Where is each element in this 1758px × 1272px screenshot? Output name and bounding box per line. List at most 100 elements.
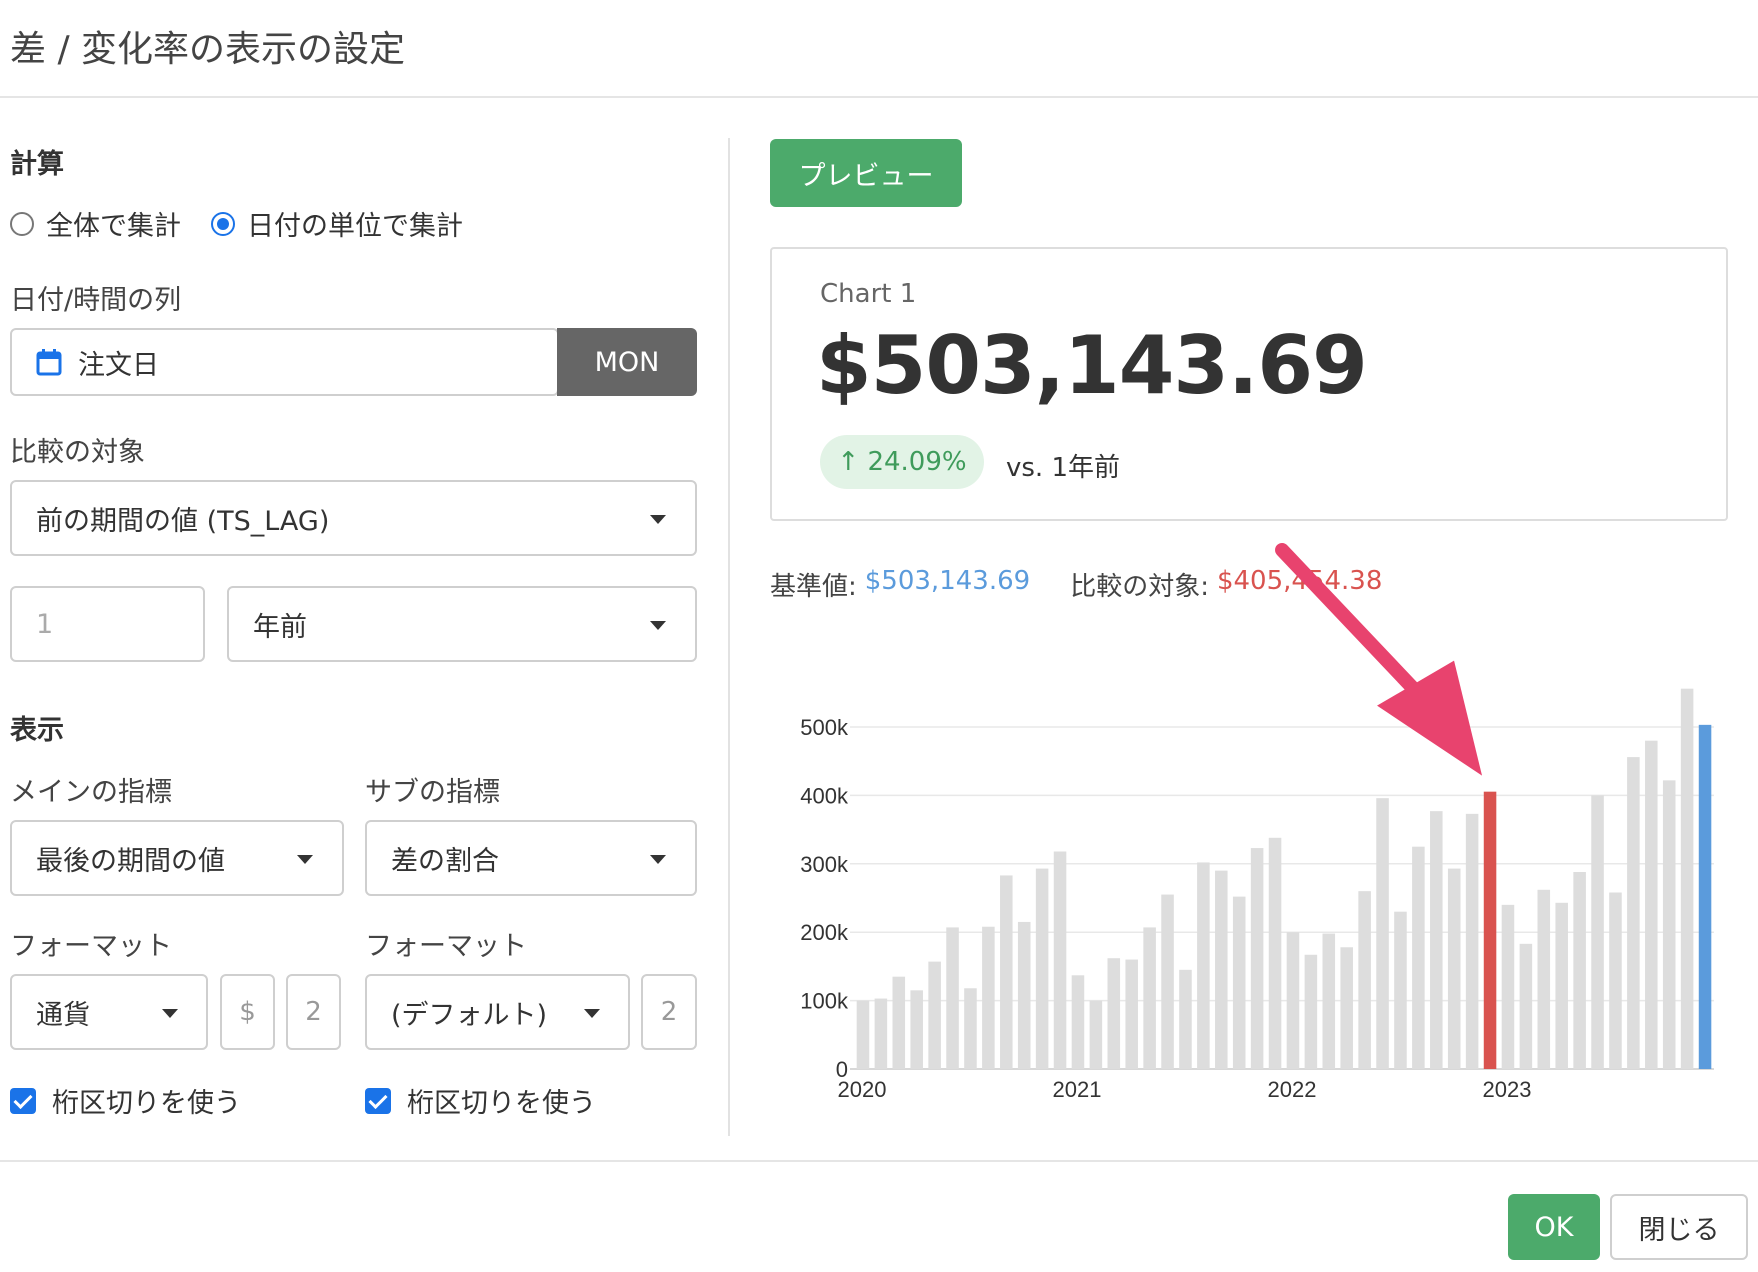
chart-bar — [1286, 932, 1300, 1069]
preview-button[interactable]: プレビュー — [770, 139, 962, 207]
chart-bar — [1017, 921, 1031, 1069]
sub-metric-label: サブの指標 — [365, 777, 500, 808]
compare-method-select[interactable]: 前の期間の値 (TS_LAG) — [10, 480, 697, 556]
chart-bar — [1680, 688, 1694, 1069]
offset-input[interactable]: 1 — [10, 586, 205, 662]
chevron-down-icon — [584, 1009, 600, 1018]
chart-bar — [1394, 911, 1407, 1069]
chart-bar — [1179, 969, 1192, 1069]
chart-bar — [946, 927, 959, 1069]
radio-date-label[interactable]: 日付の単位で集計 — [247, 204, 463, 243]
chart-bar — [1268, 837, 1282, 1069]
display-section-label: 表示 — [10, 715, 64, 746]
base-label: 基準値: — [770, 572, 857, 602]
main-metric-select[interactable]: 最後の期間の値 — [10, 820, 344, 896]
chart-bar — [1197, 862, 1210, 1069]
main-format-select[interactable]: 通貨 — [10, 974, 208, 1050]
chart-bar — [1627, 757, 1640, 1069]
chart-bar — [1519, 943, 1533, 1069]
aggregation-radio-group: 全体で集計 日付の単位で集計 — [10, 204, 493, 243]
chevron-down-icon — [650, 515, 666, 524]
sub-separator-checkbox[interactable] — [365, 1087, 391, 1114]
chart-bar — [1340, 947, 1353, 1069]
radio-all-label[interactable]: 全体で集計 — [46, 204, 181, 243]
chart-bar — [1591, 795, 1604, 1069]
main-separator-label[interactable]: 桁区切りを使う — [52, 1081, 241, 1120]
card-title: Chart 1 — [820, 279, 917, 309]
chart-bar — [892, 976, 906, 1069]
y-tick-label: 200k — [800, 920, 849, 945]
chart-bar — [1089, 1000, 1103, 1069]
chart-bar — [1161, 894, 1174, 1069]
main-metric-label: メインの指標 — [10, 777, 172, 808]
chevron-down-icon — [650, 855, 666, 864]
chart-bar-compare — [1483, 791, 1497, 1069]
calc-section-label: 計算 — [10, 149, 64, 180]
chart-bar — [1430, 811, 1443, 1069]
preview-legend: 基準値: $503,143.69 比較の対象: $405,454.38 — [770, 566, 1382, 603]
main-decimals-input[interactable]: 2 — [286, 974, 341, 1050]
sub-metric-value: 差の割合 — [391, 845, 499, 877]
main-format-label: フォーマット — [10, 931, 172, 962]
dialog-title: 差 / 変化率の表示の設定 — [10, 29, 406, 70]
date-unit-button[interactable]: MON — [557, 328, 697, 396]
ok-button[interactable]: OK — [1508, 1194, 1600, 1260]
chart-bar — [1573, 872, 1586, 1069]
sub-format-select[interactable]: (デフォルト) — [365, 974, 630, 1050]
sub-decimals-input[interactable]: 2 — [641, 974, 697, 1050]
chart-bar — [1232, 896, 1246, 1069]
dialog: 差 / 変化率の表示の設定 計算 全体で集計 日付の単位で集計 日付/時間の列 … — [0, 0, 1758, 1272]
panel-divider — [728, 138, 730, 1136]
close-button[interactable]: 閉じる — [1610, 1194, 1748, 1260]
chart-bar — [1053, 851, 1067, 1069]
y-tick-label: 100k — [800, 989, 849, 1014]
preview-card: Chart 1 $503,143.69 ↑ 24.09% vs. 1年前 — [770, 247, 1728, 521]
x-tick-label: 2022 — [1268, 1077, 1317, 1102]
date-column-field[interactable]: 注文日 — [10, 328, 559, 396]
chart-bar — [1645, 740, 1658, 1069]
offset-unit-select[interactable]: 年前 — [227, 586, 697, 662]
chart-bar — [1322, 933, 1336, 1069]
offset-unit-value: 年前 — [253, 611, 307, 643]
chart-bar — [1071, 975, 1085, 1069]
compare-label: 比較の対象 — [10, 437, 145, 468]
sub-metric-select[interactable]: 差の割合 — [365, 820, 697, 896]
chart-bar — [1304, 954, 1318, 1069]
chevron-down-icon — [297, 855, 313, 864]
annotation-arrow-head — [1377, 660, 1483, 776]
preview-bar-chart: 0100k200k300k400k500k2020 2021 2022 2023 — [800, 543, 1714, 1102]
chart-bar — [874, 998, 888, 1069]
y-tick-label: 500k — [800, 715, 849, 740]
chart-bar — [1107, 958, 1121, 1069]
chart-bar — [982, 926, 995, 1069]
calendar-icon — [36, 349, 62, 376]
chart-bar — [910, 990, 923, 1069]
main-separator-checkbox-row[interactable]: 桁区切りを使う — [10, 1081, 241, 1120]
chart-bar — [1000, 875, 1013, 1069]
chart-bar — [1662, 780, 1676, 1069]
x-tick-label: 2020 — [838, 1077, 887, 1102]
chart-bar — [1358, 891, 1371, 1069]
chart-bar — [856, 1000, 870, 1069]
main-separator-checkbox[interactable] — [10, 1087, 36, 1114]
chart-bar — [1215, 870, 1228, 1069]
compare-value-label: 比較の対象: — [1070, 572, 1209, 602]
sub-separator-checkbox-row[interactable]: 桁区切りを使う — [365, 1081, 596, 1120]
chart-bar — [1412, 846, 1425, 1069]
main-metric-value: 最後の期間の値 — [36, 845, 225, 877]
radio-date[interactable] — [211, 211, 235, 236]
sub-separator-label[interactable]: 桁区切りを使う — [407, 1081, 596, 1120]
change-badge: ↑ 24.09% — [820, 435, 984, 489]
vs-label: vs. 1年前 — [1006, 453, 1121, 483]
chart-bar — [1537, 889, 1551, 1069]
y-tick-label: 400k — [800, 783, 849, 808]
chart-bar — [1376, 798, 1389, 1069]
dialog-header: 差 / 変化率の表示の設定 — [0, 0, 1758, 98]
radio-all[interactable] — [10, 211, 34, 236]
main-currency-symbol-input[interactable]: $ — [220, 974, 275, 1050]
chart-bar — [1035, 868, 1049, 1069]
chart-bar — [1609, 892, 1622, 1069]
chart-bar — [1125, 959, 1138, 1069]
card-main-value: $503,143.69 — [816, 319, 1368, 412]
compare-method-value: 前の期間の値 (TS_LAG) — [36, 505, 330, 537]
